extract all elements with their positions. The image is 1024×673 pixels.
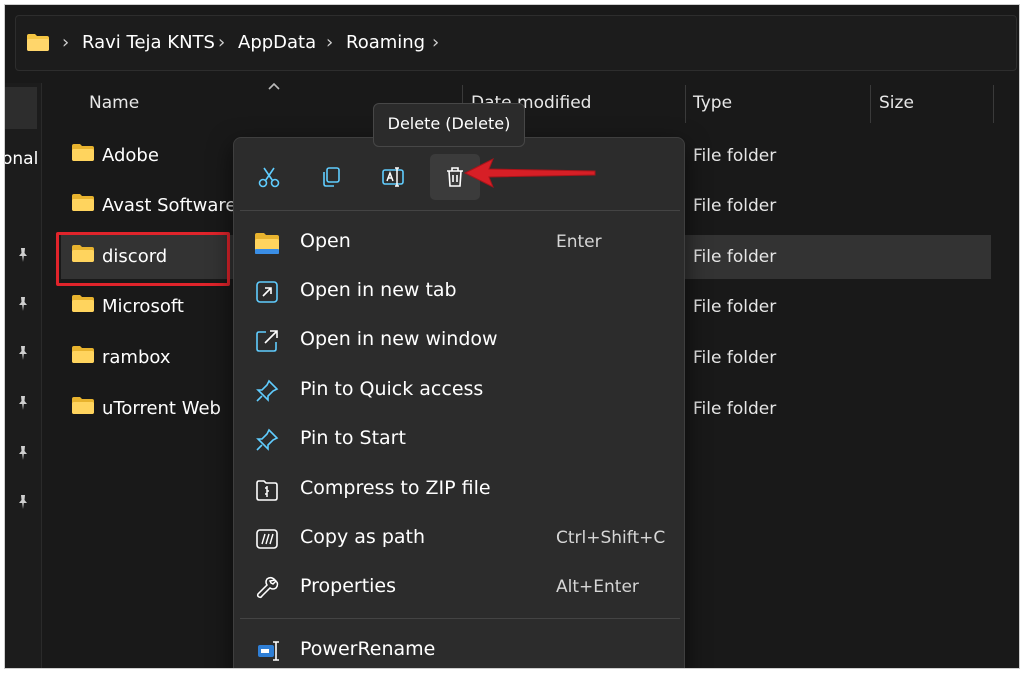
- breadcrumb-user[interactable]: Ravi Teja KNTS: [82, 32, 215, 53]
- new-tab-icon: [256, 281, 278, 303]
- table-row-type: File folder: [693, 247, 777, 267]
- cut-button[interactable]: [244, 154, 294, 200]
- menu-item-shortcut: Enter: [556, 232, 602, 252]
- pin-icon[interactable]: [15, 247, 31, 263]
- menu-item-label: Open in new tab: [300, 279, 457, 301]
- table-row-name[interactable]: Avast Software: [102, 195, 236, 216]
- menu-item-compress-zip[interactable]: Compress to ZIP file: [234, 469, 686, 509]
- chevron-right-icon: ›: [326, 32, 334, 53]
- table-row-name[interactable]: Adobe: [102, 145, 159, 166]
- new-window-icon: [256, 330, 278, 352]
- menu-item-copy-as-path[interactable]: Copy as path Ctrl+Shift+C: [234, 518, 686, 558]
- menu-item-open[interactable]: Open Enter: [234, 222, 686, 262]
- annotation-arrow-icon: [463, 157, 596, 189]
- menu-item-label: Compress to ZIP file: [300, 477, 491, 499]
- navigation-pane: [5, 83, 42, 668]
- table-row-name[interactable]: Microsoft: [102, 296, 184, 317]
- menu-item-label: Pin to Start: [300, 427, 406, 449]
- menu-item-shortcut: Ctrl+Shift+C: [556, 528, 666, 548]
- annotation-highlight-box: [56, 232, 230, 286]
- breadcrumb-roaming[interactable]: Roaming: [346, 32, 425, 53]
- chevron-right-icon: ›: [218, 32, 226, 53]
- menu-item-pin-start[interactable]: Pin to Start: [234, 419, 686, 459]
- zip-icon: [256, 480, 278, 501]
- menu-item-powerrename[interactable]: PowerRename: [234, 630, 686, 668]
- copy-path-icon: [256, 529, 278, 549]
- breadcrumb-appdata[interactable]: AppData: [238, 32, 316, 53]
- menu-item-properties[interactable]: Properties Alt+Enter: [234, 567, 686, 607]
- folder-icon: [255, 233, 279, 254]
- column-header-name[interactable]: Name: [89, 93, 139, 113]
- pin-icon: [256, 428, 279, 451]
- sidebar-selected-item[interactable]: [5, 87, 37, 129]
- pin-icon[interactable]: [15, 296, 31, 312]
- menu-item-label: Open: [300, 230, 351, 252]
- tooltip: Delete (Delete): [373, 103, 525, 147]
- table-row-type: File folder: [693, 348, 777, 368]
- menu-item-label: Pin to Quick access: [300, 378, 484, 400]
- powerrename-icon: [258, 641, 279, 661]
- menu-item-label: Open in new window: [300, 328, 498, 350]
- menu-item-open-new-tab[interactable]: Open in new tab: [234, 271, 686, 311]
- menu-item-label: PowerRename: [300, 638, 436, 660]
- wrench-icon: [256, 576, 279, 599]
- pin-icon[interactable]: [15, 345, 31, 361]
- column-divider[interactable]: [685, 85, 686, 123]
- sidebar-item-label[interactable]: onal: [5, 149, 38, 169]
- rename-icon: [382, 167, 404, 187]
- chevron-right-icon[interactable]: ›: [432, 32, 439, 53]
- column-header-type[interactable]: Type: [693, 93, 732, 113]
- table-row-name[interactable]: rambox: [102, 347, 171, 368]
- pin-icon: [256, 379, 279, 402]
- copy-icon: [323, 167, 340, 187]
- column-divider[interactable]: [870, 85, 871, 123]
- column-divider[interactable]: [993, 85, 994, 123]
- table-row-type: File folder: [693, 146, 777, 166]
- menu-separator: [240, 210, 680, 211]
- menu-separator: [240, 618, 680, 619]
- pin-icon[interactable]: [15, 395, 31, 411]
- pin-icon[interactable]: [15, 445, 31, 461]
- copy-button[interactable]: [306, 154, 356, 200]
- folder-icon: [27, 34, 49, 51]
- chevron-right-icon: ›: [62, 32, 70, 53]
- table-row-name[interactable]: uTorrent Web: [102, 398, 221, 419]
- folder-icon: [72, 194, 94, 211]
- cut-icon: [258, 167, 280, 188]
- menu-item-label: Properties: [300, 575, 397, 597]
- menu-item-label: Copy as path: [300, 526, 426, 548]
- context-menu: Open Enter Open in new tab Open in new w…: [233, 137, 686, 668]
- pin-icon[interactable]: [15, 494, 31, 510]
- sort-ascending-icon: [268, 82, 280, 90]
- column-header-size[interactable]: Size: [879, 93, 914, 113]
- table-row-type: File folder: [693, 399, 777, 419]
- table-row-type: File folder: [693, 196, 777, 216]
- folder-icon: [72, 144, 94, 161]
- folder-icon: [72, 295, 94, 312]
- folder-icon: [72, 397, 94, 414]
- table-row-type: File folder: [693, 297, 777, 317]
- menu-item-shortcut: Alt+Enter: [556, 577, 639, 597]
- rename-button[interactable]: [368, 154, 418, 200]
- folder-icon: [72, 346, 94, 363]
- menu-item-open-new-window[interactable]: Open in new window: [234, 320, 686, 360]
- address-bar[interactable]: › Ravi Teja KNTS › AppData › Roaming ›: [15, 15, 1017, 71]
- menu-item-pin-quick-access[interactable]: Pin to Quick access: [234, 370, 686, 410]
- file-explorer-window: › Ravi Teja KNTS › AppData › Roaming › o…: [4, 4, 1020, 669]
